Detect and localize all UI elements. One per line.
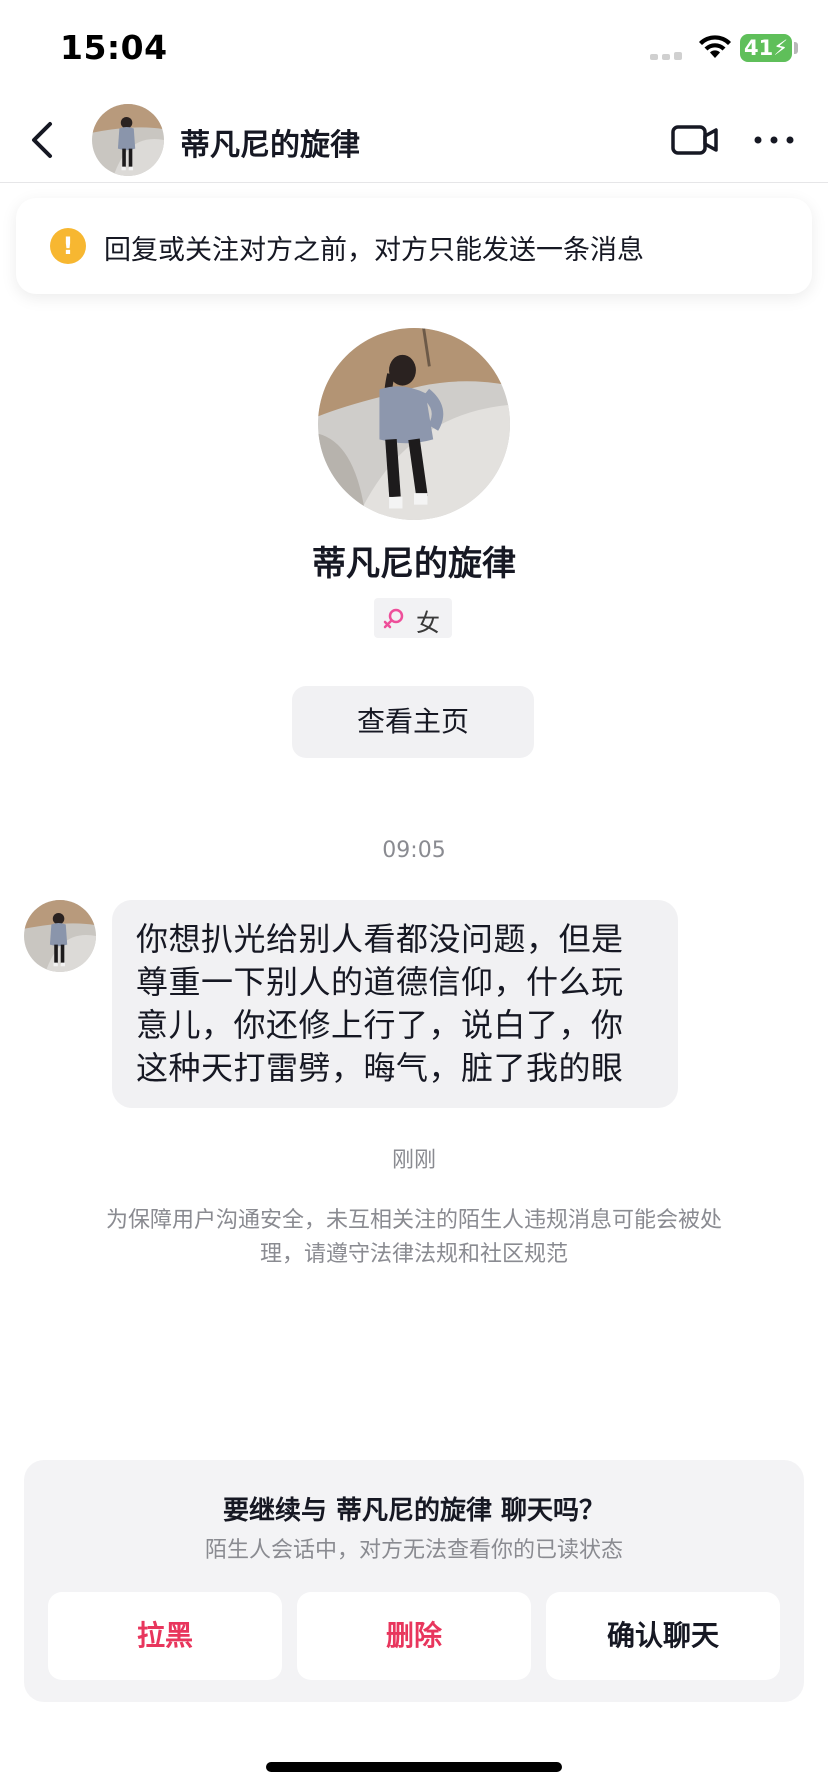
- home-indicator[interactable]: [266, 1762, 562, 1772]
- block-button[interactable]: 拉黑: [48, 1592, 282, 1680]
- battery-tip: [794, 42, 798, 54]
- charging-bolt-icon: ⚡: [773, 36, 788, 60]
- message-avatar-photo: [24, 900, 96, 972]
- confirm-chat-button[interactable]: 确认聊天: [546, 1592, 780, 1680]
- chat-screen: 15:04 41⚡ 蒂凡尼的旋律 ! 回复或关注对方之前，对方只能发送一条消息 …: [0, 0, 828, 1792]
- panel-title: 要继续与 蒂凡尼的旋律 聊天吗？: [222, 1496, 606, 1526]
- battery-icon: 41⚡: [740, 34, 792, 62]
- header-title[interactable]: 蒂凡尼的旋律: [180, 120, 360, 164]
- wifi-icon: [699, 35, 731, 58]
- status-bar: 15:04 41⚡: [0, 0, 828, 100]
- stranger-chat-panel: 要继续与 蒂凡尼的旋律 聊天吗？ 陌生人会话中，对方无法查看你的已读状态 拉黑 …: [24, 1460, 804, 1702]
- battery-level: 41: [744, 36, 774, 60]
- profile-name: 蒂凡尼的旋律: [312, 544, 516, 584]
- view-profile-button[interactable]: 查看主页: [292, 686, 534, 758]
- header-avatar[interactable]: [92, 104, 164, 176]
- warning-icon: !: [50, 228, 86, 264]
- message-timestamp: 09:05: [382, 838, 446, 863]
- status-time: 15:04: [60, 28, 168, 67]
- safety-note: 为保障用户沟通安全，未互相关注的陌生人违规消息可能会被处理，请遵守法律法规和社区…: [105, 1208, 722, 1267]
- female-icon: [383, 608, 404, 629]
- profile-avatar[interactable]: [318, 328, 510, 520]
- gender-tag: 女: [374, 598, 452, 638]
- chevron-left-icon[interactable]: [22, 118, 66, 162]
- signal-icon: [650, 50, 690, 60]
- more-dots-icon[interactable]: [750, 122, 798, 158]
- message-avatar[interactable]: [24, 900, 96, 972]
- profile-avatar-photo: [318, 328, 510, 520]
- notice-text: 回复或关注对方之前，对方只能发送一条消息: [104, 235, 644, 266]
- avatar-photo: [92, 104, 164, 176]
- nav-bar: 蒂凡尼的旋律: [0, 100, 828, 183]
- panel-subtitle: 陌生人会话中，对方无法查看你的已读状态: [204, 1538, 623, 1563]
- video-camera-icon[interactable]: [670, 120, 720, 160]
- message-bubble[interactable]: 你想扒光给别人看都没问题，但是尊重一下别人的道德信仰，什么玩意儿，你还修上行了，…: [112, 900, 678, 1108]
- message-status: 刚刚: [391, 1148, 436, 1173]
- gender-label: 女: [416, 609, 440, 637]
- delete-button[interactable]: 删除: [297, 1592, 531, 1680]
- notice-banner: ! 回复或关注对方之前，对方只能发送一条消息: [16, 198, 812, 294]
